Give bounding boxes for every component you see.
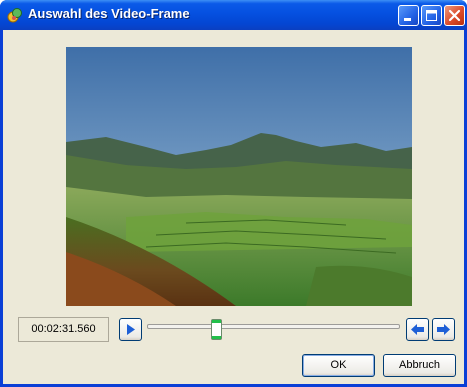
position-slider-track[interactable] (147, 324, 400, 329)
video-frame-preview (66, 47, 412, 306)
title-bar[interactable]: Auswahl des Video-Frame (0, 0, 467, 30)
dialog-client-area: 00:02:31.560 OK Abbruch (3, 30, 464, 384)
arrow-right-icon (437, 324, 450, 335)
close-button[interactable] (444, 5, 465, 26)
maximize-button[interactable] (421, 5, 442, 26)
dialog-window: Auswahl des Video-Frame 00:02:31.560 OK … (0, 0, 467, 387)
minimize-icon (404, 18, 411, 21)
ok-button[interactable]: OK (302, 354, 375, 377)
close-icon (448, 9, 461, 22)
window-title: Auswahl des Video-Frame (28, 6, 190, 21)
time-display: 00:02:31.560 (18, 317, 109, 342)
cancel-button[interactable]: Abbruch (383, 354, 456, 377)
play-icon (127, 324, 135, 335)
app-icon (7, 8, 22, 23)
position-slider-thumb[interactable] (211, 319, 222, 340)
minimize-button[interactable] (398, 5, 419, 26)
previous-frame-button[interactable] (406, 318, 429, 341)
maximize-icon (426, 10, 437, 21)
play-button[interactable] (119, 318, 142, 341)
arrow-left-icon (411, 324, 424, 335)
next-frame-button[interactable] (432, 318, 455, 341)
